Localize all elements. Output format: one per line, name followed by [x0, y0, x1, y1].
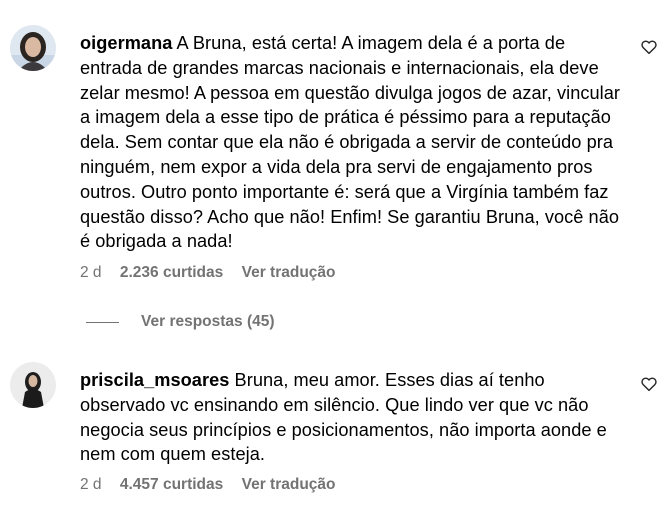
comment-time: 2 d: [80, 476, 102, 493]
comment-text: priscila_msoares Bruna, meu amor. Esses …: [80, 368, 632, 467]
comment-username[interactable]: priscila_msoares: [80, 370, 229, 390]
comment-meta: 2 d 4.457 curtidas Ver tradução: [80, 476, 336, 496]
comment-text: oigermana A Bruna, está certa! A imagem …: [80, 31, 632, 254]
translate-button[interactable]: Ver tradução: [242, 476, 336, 494]
translate-button[interactable]: Ver tradução: [242, 264, 336, 282]
view-replies-button[interactable]: Ver respostas (45): [86, 310, 275, 334]
comment-meta: 2 d 2.236 curtidas Ver tradução: [80, 264, 336, 284]
replies-divider: [86, 321, 119, 323]
comment-body: A Bruna, está certa! A imagem dela é a p…: [80, 33, 621, 252]
heart-icon[interactable]: [640, 38, 658, 56]
comment-time: 2 d: [80, 264, 102, 281]
avatar[interactable]: [10, 362, 56, 408]
comment-item: priscila_msoares Bruna, meu amor. Esses …: [0, 340, 667, 511]
comment-item: oigermana A Bruna, está certa! A imagem …: [0, 0, 667, 300]
heart-icon[interactable]: [640, 375, 658, 393]
view-replies-label: Ver respostas (45): [141, 313, 275, 330]
comment-likes[interactable]: 2.236 curtidas: [120, 264, 223, 282]
comment-likes[interactable]: 4.457 curtidas: [120, 476, 223, 494]
comment-username[interactable]: oigermana: [80, 33, 172, 53]
avatar[interactable]: [10, 25, 56, 71]
